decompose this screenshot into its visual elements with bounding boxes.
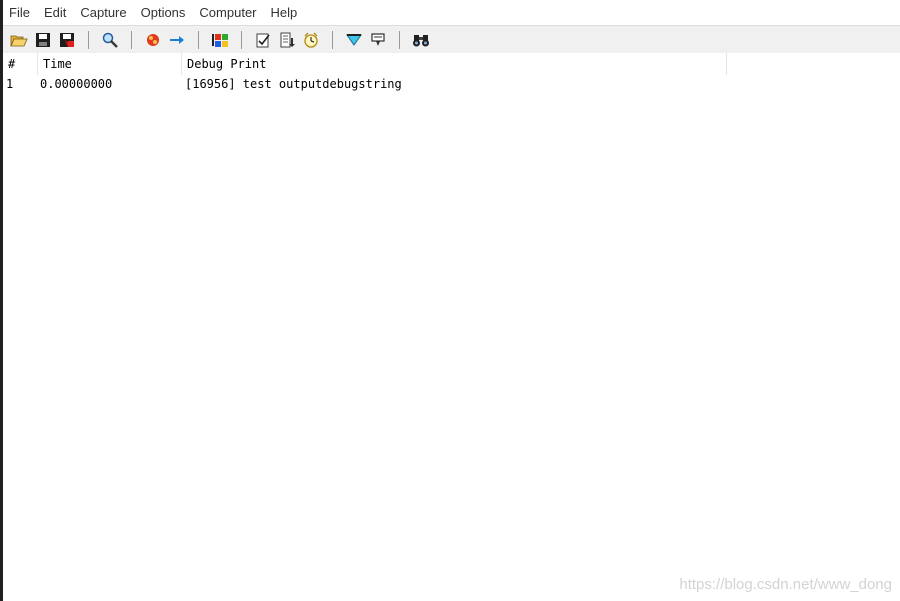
find-icon[interactable] xyxy=(100,30,120,50)
clock-icon[interactable] xyxy=(301,30,321,50)
toolbar-separator xyxy=(241,30,242,49)
menu-file[interactable]: File xyxy=(3,0,37,25)
row-number: 1 xyxy=(6,77,14,91)
toolbar-separator xyxy=(131,30,132,49)
open-folder-icon[interactable] xyxy=(9,30,29,50)
column-header-debug-print[interactable]: Debug Print xyxy=(182,53,727,75)
row-debug-print: [16956] test outputdebugstring xyxy=(185,77,402,91)
log-to-file-icon[interactable] xyxy=(277,30,297,50)
menu-computer[interactable]: Computer xyxy=(192,0,263,25)
autoscroll-icon[interactable] xyxy=(167,30,187,50)
save-as-icon[interactable] xyxy=(57,30,77,50)
toolbar-separator xyxy=(88,30,89,49)
clear-icon[interactable] xyxy=(253,30,273,50)
column-header-time[interactable]: Time xyxy=(38,53,182,75)
capture-icon[interactable] xyxy=(143,30,163,50)
debugview-window: File Edit Capture Options Computer Help xyxy=(0,0,900,601)
toolbar-separator xyxy=(399,30,400,49)
toolbar-separator xyxy=(198,30,199,49)
table-row[interactable]: 1 0.00000000 [16956] test outputdebugstr… xyxy=(3,75,900,94)
menu-capture[interactable]: Capture xyxy=(73,0,133,25)
highlight-icon[interactable] xyxy=(344,30,364,50)
menu-options[interactable]: Options xyxy=(134,0,193,25)
row-time: 0.00000000 xyxy=(40,77,113,91)
save-icon[interactable] xyxy=(33,30,53,50)
menu-bar: File Edit Capture Options Computer Help xyxy=(3,0,900,25)
column-header-number[interactable]: # xyxy=(3,53,38,75)
toolbar xyxy=(3,25,900,54)
menu-help[interactable]: Help xyxy=(264,0,305,25)
list-header: # Time Debug Print xyxy=(3,53,900,75)
binoculars-icon[interactable] xyxy=(411,30,431,50)
filter-icon[interactable] xyxy=(210,30,230,50)
debug-output-list[interactable]: # Time Debug Print 1 0.00000000 [16956] … xyxy=(3,53,900,601)
toolbar-separator xyxy=(332,30,333,49)
watermark: https://blog.csdn.net/www_dong xyxy=(679,576,892,593)
history-icon[interactable] xyxy=(368,30,388,50)
menu-edit[interactable]: Edit xyxy=(37,0,73,25)
